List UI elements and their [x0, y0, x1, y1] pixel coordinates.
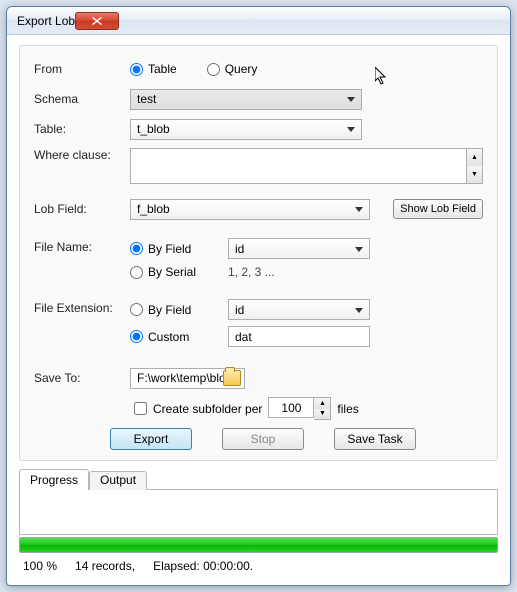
from-table-radio[interactable]: Table	[130, 62, 177, 76]
tab-body	[19, 489, 498, 535]
progress-bar-fill	[20, 538, 497, 552]
export-button[interactable]: Export	[110, 428, 192, 450]
export-lob-window: Export Lob From Table Query	[6, 6, 511, 586]
ext-field-combo[interactable]: id	[228, 299, 370, 320]
ext-byfield-radio[interactable]: By Field	[130, 303, 218, 317]
tab-output[interactable]: Output	[89, 471, 147, 490]
filename-field-combo[interactable]: id	[228, 238, 370, 259]
ext-label: File Extension:	[34, 299, 130, 315]
serial-hint: 1, 2, 3 ...	[228, 265, 275, 279]
tabs: Progress Output	[19, 469, 498, 490]
status-elapsed: Elapsed: 00:00:00.	[153, 559, 253, 573]
where-scroll[interactable]: ▲ ▼	[467, 148, 483, 184]
from-label: From	[34, 62, 130, 76]
main-panel: From Table Query Schema test Table	[19, 45, 498, 461]
close-button[interactable]	[75, 12, 119, 30]
filename-label: File Name:	[34, 238, 130, 254]
stop-button[interactable]: Stop	[222, 428, 304, 450]
table-label: Table:	[34, 122, 130, 136]
where-scroll-up[interactable]: ▲	[467, 149, 482, 166]
subfolder-label: Create subfolder per	[153, 402, 262, 416]
subfolder-count-up[interactable]: ▲	[314, 398, 330, 409]
subfolder-checkbox[interactable]	[134, 402, 147, 415]
filename-byfield-radio[interactable]: By Field	[130, 242, 218, 256]
where-label: Where clause:	[34, 148, 130, 162]
browse-folder-icon[interactable]	[223, 370, 241, 386]
content-area: From Table Query Schema test Table	[7, 35, 510, 585]
filename-byserial-radio[interactable]: By Serial	[130, 265, 218, 279]
ext-custom-radio[interactable]: Custom	[130, 330, 218, 344]
status-percent: 100 %	[23, 559, 57, 573]
progress-bar-track	[19, 537, 498, 553]
save-label: Save To:	[34, 371, 130, 385]
show-lob-button[interactable]: Show Lob Field	[393, 199, 483, 219]
subfolder-count-input[interactable]	[268, 397, 314, 418]
savetask-button[interactable]: Save Task	[334, 428, 416, 450]
tab-progress[interactable]: Progress	[19, 469, 89, 490]
from-query-radio[interactable]: Query	[207, 62, 258, 76]
schema-combo[interactable]: test	[130, 89, 362, 110]
where-textarea[interactable]	[130, 148, 467, 184]
window-title: Export Lob	[17, 14, 75, 28]
subfolder-suffix: files	[337, 402, 358, 416]
status-records: 14 records,	[75, 559, 135, 573]
subfolder-count-down[interactable]: ▼	[314, 409, 330, 420]
lob-label: Lob Field:	[34, 202, 130, 216]
ext-custom-input[interactable]: dat	[228, 326, 370, 347]
where-scroll-down[interactable]: ▼	[467, 166, 482, 183]
table-combo[interactable]: t_blob	[130, 119, 362, 140]
schema-label: Schema	[34, 92, 130, 106]
titlebar: Export Lob	[7, 7, 510, 35]
status-bar: 100 % 14 records, Elapsed: 00:00:00.	[19, 557, 498, 577]
lob-combo[interactable]: f_blob	[130, 199, 370, 220]
